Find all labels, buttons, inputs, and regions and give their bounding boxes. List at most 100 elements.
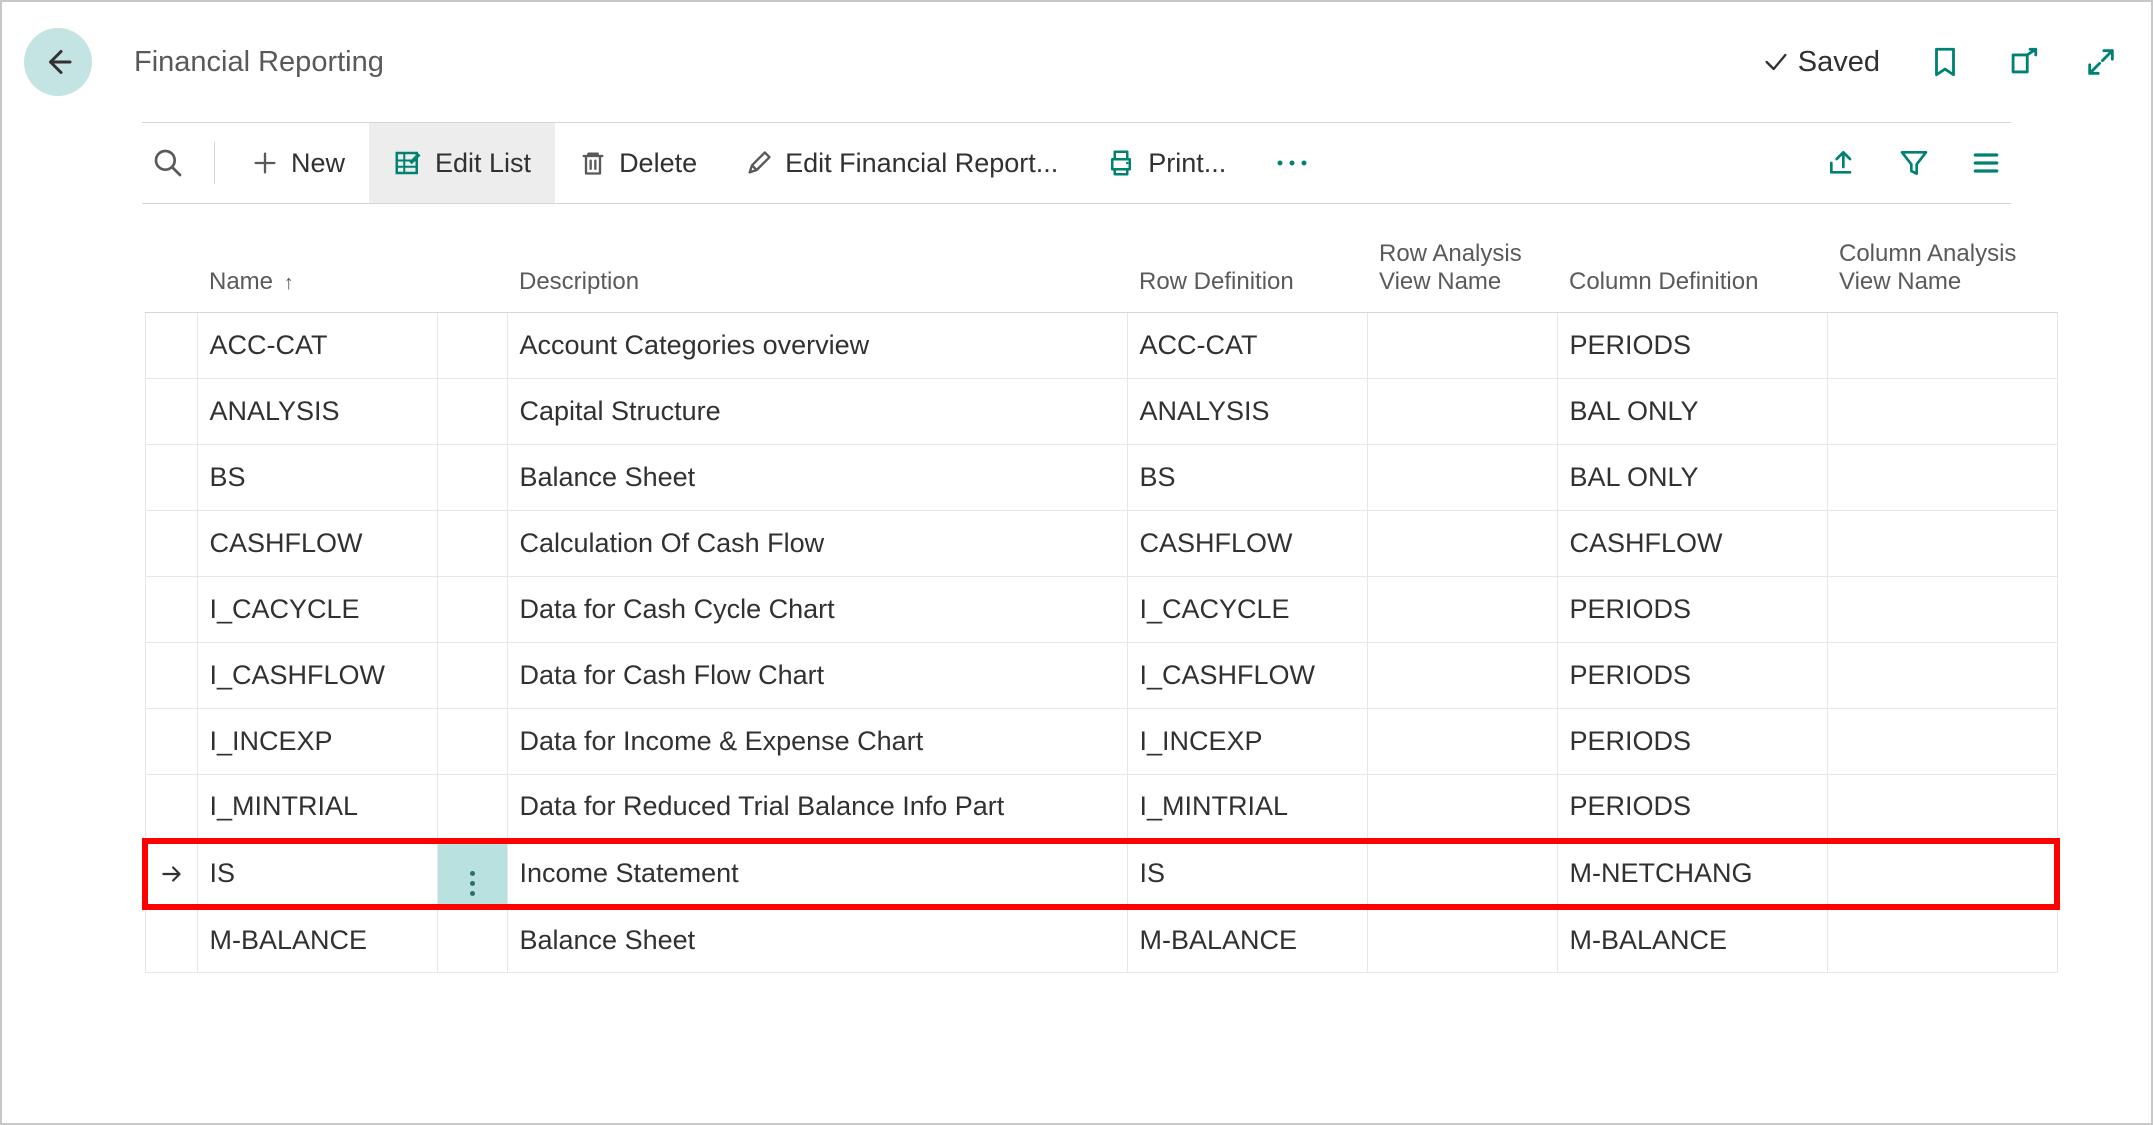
cell-row-definition[interactable]: I_CASHFLOW (1127, 643, 1367, 709)
row-menu[interactable] (437, 511, 507, 577)
list-view-button[interactable] (1967, 144, 2005, 182)
cell-name[interactable]: ANALYSIS (197, 379, 437, 445)
share-button[interactable] (1823, 144, 1861, 182)
cell-name[interactable]: I_INCEXP (197, 709, 437, 775)
more-actions-button[interactable] (1250, 123, 1334, 203)
cell-row-definition[interactable]: I_CACYCLE (1127, 577, 1367, 643)
cell-name[interactable]: CASHFLOW (197, 511, 437, 577)
row-menu[interactable] (437, 379, 507, 445)
cell-row-analysis-view-name[interactable] (1367, 577, 1557, 643)
row-selector[interactable] (145, 445, 197, 511)
row-selector[interactable] (145, 379, 197, 445)
cell-column-definition[interactable]: BAL ONLY (1557, 445, 1827, 511)
cell-row-analysis-view-name[interactable] (1367, 313, 1557, 379)
table-row[interactable]: I_MINTRIAL Data for Reduced Trial Balance… (145, 775, 2057, 841)
cell-row-definition[interactable]: ACC-CAT (1127, 313, 1367, 379)
row-menu[interactable] (437, 907, 507, 973)
table-row[interactable]: BSBalance SheetBSBAL ONLY (145, 445, 2057, 511)
cell-row-definition[interactable]: CASHFLOW (1127, 511, 1367, 577)
table-row[interactable]: I_CASHFLOWData for Cash Flow ChartI_CASH… (145, 643, 2057, 709)
row-selector[interactable] (145, 907, 197, 973)
cell-description[interactable]: Calculation Of Cash Flow (507, 511, 1127, 577)
cell-row-definition[interactable]: ANALYSIS (1127, 379, 1367, 445)
row-menu[interactable] (437, 313, 507, 379)
cell-column-analysis-view-name[interactable] (1827, 445, 2057, 511)
cell-column-analysis-view-name[interactable] (1827, 313, 2057, 379)
row-selector[interactable] (145, 841, 197, 907)
cell-row-definition[interactable]: M-BALANCE (1127, 907, 1367, 973)
table-row[interactable]: ANALYSISCapital StructureANALYSISBAL ONL… (145, 379, 2057, 445)
expand-button[interactable] (2081, 42, 2121, 82)
delete-button[interactable]: Delete (555, 123, 721, 203)
cell-description[interactable]: Capital Structure (507, 379, 1127, 445)
edit-list-button[interactable]: Edit List (369, 123, 555, 203)
bookmark-button[interactable] (1925, 42, 1965, 82)
col-header-row-definition[interactable]: Row Definition (1127, 232, 1367, 313)
search-button[interactable] (142, 123, 202, 203)
cell-row-definition[interactable]: IS (1127, 841, 1367, 907)
new-button[interactable]: New (227, 123, 369, 203)
table-row[interactable]: CASHFLOWCalculation Of Cash FlowCASHFLOW… (145, 511, 2057, 577)
cell-description[interactable]: Balance Sheet (507, 907, 1127, 973)
row-menu[interactable] (437, 841, 507, 907)
cell-column-definition[interactable]: PERIODS (1557, 577, 1827, 643)
table-row[interactable]: ISIncome StatementISM-NETCHANG (145, 841, 2057, 907)
col-header-row-analysis-view-name[interactable]: Row Analysis View Name (1367, 232, 1557, 313)
cell-description[interactable]: Account Categories overview (507, 313, 1127, 379)
cell-description[interactable]: Data for Cash Cycle Chart (507, 577, 1127, 643)
table-row[interactable]: I_INCEXPData for Income & Expense ChartI… (145, 709, 2057, 775)
row-menu[interactable] (437, 643, 507, 709)
edit-report-button[interactable]: Edit Financial Report... (721, 123, 1082, 203)
cell-name[interactable]: I_MINTRIAL (197, 775, 437, 841)
cell-row-analysis-view-name[interactable] (1367, 709, 1557, 775)
cell-name[interactable]: I_CACYCLE (197, 577, 437, 643)
popout-button[interactable] (2003, 42, 2043, 82)
col-header-column-definition[interactable]: Column Definition (1557, 232, 1827, 313)
row-menu[interactable] (437, 577, 507, 643)
cell-row-analysis-view-name[interactable] (1367, 643, 1557, 709)
cell-column-analysis-view-name[interactable] (1827, 577, 2057, 643)
cell-row-analysis-view-name[interactable] (1367, 445, 1557, 511)
cell-row-analysis-view-name[interactable] (1367, 775, 1557, 841)
table-row[interactable]: ACC-CATAccount Categories overviewACC-CA… (145, 313, 2057, 379)
cell-row-analysis-view-name[interactable] (1367, 907, 1557, 973)
cell-column-definition[interactable]: CASHFLOW (1557, 511, 1827, 577)
cell-column-definition[interactable]: PERIODS (1557, 643, 1827, 709)
cell-column-analysis-view-name[interactable] (1827, 511, 2057, 577)
row-selector[interactable] (145, 511, 197, 577)
cell-row-analysis-view-name[interactable] (1367, 379, 1557, 445)
col-header-name[interactable]: Name ↑ (197, 232, 437, 313)
cell-description[interactable]: Income Statement (507, 841, 1127, 907)
back-button[interactable] (24, 28, 92, 96)
col-header-column-analysis-view-name[interactable]: Column Analysis View Name (1827, 232, 2057, 313)
row-selector[interactable] (145, 313, 197, 379)
row-selector[interactable] (145, 577, 197, 643)
cell-row-analysis-view-name[interactable] (1367, 511, 1557, 577)
filter-button[interactable] (1895, 144, 1933, 182)
cell-name[interactable]: BS (197, 445, 437, 511)
cell-column-definition[interactable]: PERIODS (1557, 709, 1827, 775)
row-menu[interactable] (437, 775, 507, 841)
row-menu[interactable] (437, 709, 507, 775)
cell-column-analysis-view-name[interactable] (1827, 643, 2057, 709)
cell-column-analysis-view-name[interactable] (1827, 709, 2057, 775)
table-row[interactable]: I_CACYCLEData for Cash Cycle ChartI_CACY… (145, 577, 2057, 643)
col-header-description[interactable]: Description (507, 232, 1127, 313)
cell-column-analysis-view-name[interactable] (1827, 379, 2057, 445)
cell-description[interactable]: Balance Sheet (507, 445, 1127, 511)
cell-description[interactable]: Data for Cash Flow Chart (507, 643, 1127, 709)
cell-row-definition[interactable]: I_INCEXP (1127, 709, 1367, 775)
cell-name[interactable]: ACC-CAT (197, 313, 437, 379)
cell-column-definition[interactable]: BAL ONLY (1557, 379, 1827, 445)
cell-name[interactable]: I_CASHFLOW (197, 643, 437, 709)
row-selector[interactable] (145, 643, 197, 709)
cell-name[interactable]: M-BALANCE (197, 907, 437, 973)
row-menu[interactable] (437, 445, 507, 511)
table-row[interactable]: M-BALANCEBalance SheetM-BALANCEM-BALANCE (145, 907, 2057, 973)
cell-column-analysis-view-name[interactable] (1827, 841, 2057, 907)
cell-column-definition[interactable]: PERIODS (1557, 775, 1827, 841)
row-selector[interactable] (145, 709, 197, 775)
cell-column-definition[interactable]: M-BALANCE (1557, 907, 1827, 973)
cell-description[interactable]: Data for Reduced Trial Balance Info Part (507, 775, 1127, 841)
print-button[interactable]: Print... (1082, 123, 1250, 203)
